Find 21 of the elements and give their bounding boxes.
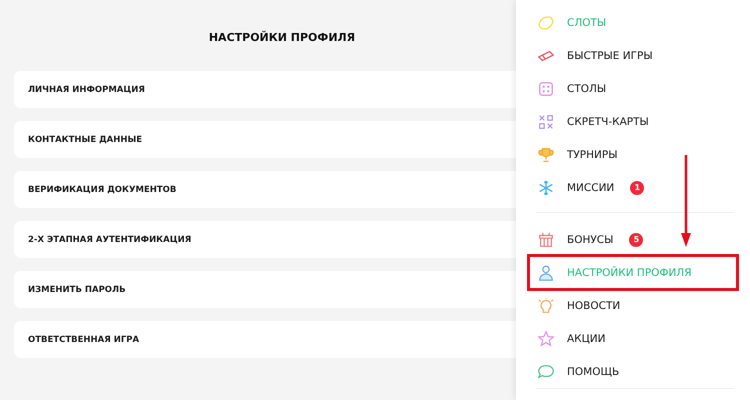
page-title: НАСТРОЙКИ ПРОФИЛЯ — [208, 30, 356, 46]
row-label: 2-Х ЭТАПНАЯ АУТЕНТИФИКАЦИЯ — [28, 234, 192, 244]
row-label: ОТВЕТСТВЕННАЯ ИГРА — [28, 334, 140, 344]
snowflake-icon — [537, 178, 555, 196]
lightbulb-icon — [537, 296, 555, 314]
row-label: ИЗМЕНИТЬ ПАРОЛЬ — [28, 284, 126, 294]
row-label: ВЕРИФИКАЦИЯ ДОКУМЕНТОВ — [28, 184, 176, 194]
star-icon — [537, 330, 555, 348]
count-badge: 5 — [629, 232, 644, 246]
menu-item[interactable]: ПОМОЩЬ — [536, 355, 734, 388]
menu-item[interactable]: БЫСТРЫЕ ИГРЫ — [536, 39, 734, 72]
cross-circle-icon — [537, 112, 555, 130]
lemon-icon — [537, 14, 555, 32]
trophy-icon — [537, 146, 555, 164]
count-badge: 1 — [630, 180, 644, 194]
dice-icon — [537, 80, 555, 98]
gift-icon — [537, 230, 555, 248]
user-icon — [537, 264, 555, 282]
row-label: ЛИЧНАЯ ИНФОРМАЦИЯ — [28, 84, 145, 94]
row-label: КОНТАКТНЫЕ ДАННЫЕ — [28, 134, 142, 144]
speech-bubble-icon — [537, 362, 555, 380]
